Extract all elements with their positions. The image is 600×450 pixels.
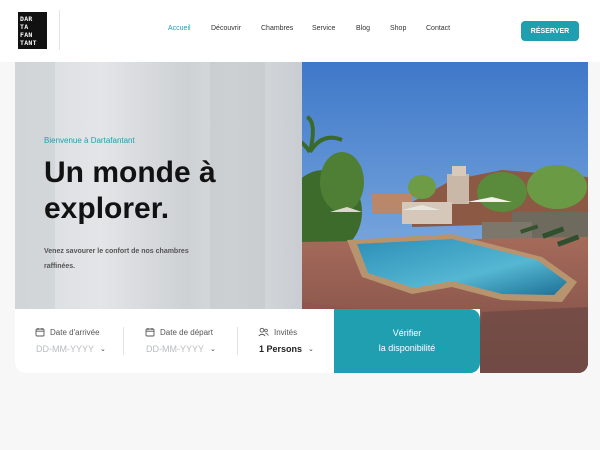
arrival-label: Date d'arrivée — [50, 327, 100, 337]
booking-form: Date d'arrivée DD-MM-YYYY ⌄ Date de dépa… — [15, 309, 480, 373]
nav-item-blog[interactable]: Blog — [356, 25, 370, 32]
arrival-field[interactable]: Date d'arrivée DD-MM-YYYY ⌄ — [35, 309, 125, 373]
hero-title-line-2: explorer. — [44, 192, 170, 225]
chevron-down-icon: ⌄ — [100, 346, 106, 353]
hero-subtitle-line-1: Venez savourer le confort de nos chambre… — [44, 248, 189, 255]
logo-line-2: TA — [20, 23, 29, 31]
check-availability-label: Vérifier la disponibilité — [379, 326, 436, 356]
logo[interactable]: DAR TA FAN TANT — [18, 12, 47, 49]
guests-label: Invités — [274, 327, 298, 337]
calendar-icon — [145, 328, 155, 337]
check-availability-line-2: la disponibilité — [378, 343, 436, 353]
nav-item-chambres[interactable]: Chambres — [261, 25, 293, 32]
hero-title: Un monde à explorer. — [44, 155, 274, 227]
hero-text-panel: Bienvenue à Dartafantant Un monde à expl… — [15, 62, 302, 309]
logo-line-3: FAN — [20, 31, 33, 39]
arrival-value: DD-MM-YYYY — [36, 344, 94, 354]
logo-line-4: TANT — [20, 39, 37, 47]
departure-label: Date de départ — [160, 327, 213, 337]
guests-field[interactable]: Invités 1 Persons ⌄ — [258, 309, 333, 373]
logo-divider — [59, 10, 60, 50]
arrival-value-row[interactable]: DD-MM-YYYY ⌄ — [36, 344, 106, 354]
hero-subtitle: Venez savourer le confort de nos chambre… — [44, 244, 224, 274]
departure-field[interactable]: Date de départ DD-MM-YYYY ⌄ — [145, 309, 235, 373]
site-header: DAR TA FAN TANT Accueil Découvrir Chambr… — [0, 0, 600, 62]
hero-tagline: Bienvenue à Dartafantant — [44, 136, 135, 145]
nav-item-shop[interactable]: Shop — [390, 25, 406, 32]
arrival-label-row: Date d'arrivée — [35, 327, 100, 337]
departure-value: DD-MM-YYYY — [146, 344, 204, 354]
hero-subtitle-line-2: raffinées. — [44, 263, 76, 270]
departure-value-row[interactable]: DD-MM-YYYY ⌄ — [146, 344, 216, 354]
nav-item-accueil[interactable]: Accueil — [168, 25, 191, 32]
departure-label-row: Date de départ — [145, 327, 213, 337]
guests-value-row[interactable]: 1 Persons ⌄ — [259, 344, 314, 354]
guests-value: 1 Persons — [259, 344, 303, 354]
calendar-icon — [35, 328, 45, 337]
field-divider — [237, 327, 238, 355]
users-icon — [258, 327, 269, 337]
chevron-down-icon: ⌄ — [308, 346, 314, 353]
hero-title-line-1: Un monde à — [44, 156, 216, 189]
nav-item-service[interactable]: Service — [312, 25, 335, 32]
check-availability-button[interactable]: Vérifier la disponibilité — [334, 309, 480, 373]
guests-label-row: Invités — [258, 327, 297, 337]
nav-item-contact[interactable]: Contact — [426, 25, 450, 32]
logo-line-1: DAR — [20, 15, 33, 23]
field-divider — [123, 327, 124, 355]
nav-item-decouvrir[interactable]: Découvrir — [211, 25, 241, 32]
check-availability-line-1: Vérifier — [392, 328, 422, 338]
reserve-button[interactable]: RÉSERVER — [521, 21, 579, 41]
chevron-down-icon: ⌄ — [210, 346, 216, 353]
